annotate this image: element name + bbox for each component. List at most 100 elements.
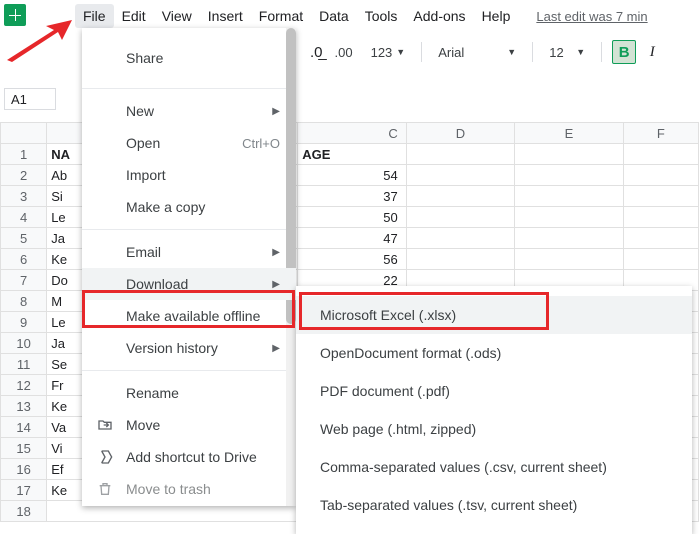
cell[interactable] [406, 228, 514, 249]
last-edit-link[interactable]: Last edit was 7 min [536, 9, 647, 24]
row-header[interactable]: 12 [1, 375, 47, 396]
decrease-decimal-icon[interactable]: .0̲ [310, 44, 323, 61]
cell[interactable] [406, 249, 514, 270]
cell[interactable] [623, 249, 698, 270]
download-pdf[interactable]: PDF document (.pdf) [296, 372, 692, 410]
submenu-arrow-icon: ▶ [272, 343, 280, 354]
number-format-button[interactable]: 123▼ [365, 42, 412, 63]
menu-tools[interactable]: Tools [357, 4, 406, 28]
cell[interactable] [623, 228, 698, 249]
italic-button[interactable]: I [642, 40, 662, 64]
menu-insert[interactable]: Insert [200, 4, 251, 28]
toolbar-divider [421, 42, 422, 62]
row-header[interactable]: 9 [1, 312, 47, 333]
row-header[interactable]: 6 [1, 249, 47, 270]
toolbar-divider [601, 42, 602, 62]
cell[interactable] [623, 144, 698, 165]
font-size-select[interactable]: 12▼ [543, 42, 591, 63]
menu-file[interactable]: File [75, 4, 114, 28]
menu-item-email[interactable]: Email▶ [82, 236, 296, 268]
row-header[interactable]: 5 [1, 228, 47, 249]
menubar: File Edit View Insert Format Data Tools … [75, 4, 648, 28]
row-header[interactable]: 4 [1, 207, 47, 228]
menu-item-rename[interactable]: Rename [82, 377, 296, 409]
row-header[interactable]: 14 [1, 417, 47, 438]
download-tsv[interactable]: Tab-separated values (.tsv, current shee… [296, 486, 692, 524]
menu-item-make-copy[interactable]: Make a copy [82, 191, 296, 223]
menu-item-move[interactable]: Move [82, 409, 296, 441]
row-header[interactable]: 11 [1, 354, 47, 375]
menu-separator [82, 88, 296, 89]
menu-item-version-history[interactable]: Version history▶ [82, 332, 296, 364]
menu-item-new[interactable]: New▶ [82, 95, 296, 127]
row-header[interactable]: 8 [1, 291, 47, 312]
row-header[interactable]: 16 [1, 459, 47, 480]
toolbar: .0̲ .00 123▼ Arial▼ 12▼ B I [310, 38, 662, 66]
column-header[interactable]: C [298, 123, 406, 144]
download-html[interactable]: Web page (.html, zipped) [296, 410, 692, 448]
cell[interactable]: 56 [298, 249, 406, 270]
trash-icon [96, 480, 114, 498]
cell[interactable] [406, 207, 514, 228]
toolbar-divider [532, 42, 533, 62]
row-header[interactable]: 17 [1, 480, 47, 501]
download-csv[interactable]: Comma-separated values (.csv, current sh… [296, 448, 692, 486]
submenu-arrow-icon: ▶ [272, 106, 280, 117]
menu-item-import[interactable]: Import [82, 159, 296, 191]
menu-item-trash[interactable]: Move to trash [82, 473, 296, 505]
cell[interactable]: AGE [298, 144, 406, 165]
increase-decimal-button[interactable]: .00 [329, 42, 359, 63]
file-menu-dropdown: Share New▶ OpenCtrl+O Import Make a copy… [82, 28, 296, 506]
cell[interactable] [623, 207, 698, 228]
menu-item-add-shortcut[interactable]: Add shortcut to Drive [82, 441, 296, 473]
cell[interactable] [406, 165, 514, 186]
submenu-arrow-icon: ▶ [272, 247, 280, 258]
row-header[interactable]: 13 [1, 396, 47, 417]
cell[interactable] [515, 207, 623, 228]
select-all-corner[interactable] [1, 123, 47, 144]
cell[interactable]: 50 [298, 207, 406, 228]
cell[interactable] [623, 186, 698, 207]
cell[interactable]: 54 [298, 165, 406, 186]
row-header[interactable]: 7 [1, 270, 47, 291]
cell[interactable] [515, 249, 623, 270]
row-header[interactable]: 15 [1, 438, 47, 459]
menu-item-offline[interactable]: Make available offline [82, 300, 296, 332]
tutorial-arrow-icon [2, 20, 72, 64]
cell[interactable] [515, 186, 623, 207]
cell[interactable] [406, 186, 514, 207]
cell[interactable]: 37 [298, 186, 406, 207]
download-submenu: Microsoft Excel (.xlsx) OpenDocument for… [296, 286, 692, 534]
menu-addons[interactable]: Add-ons [405, 4, 473, 28]
menu-separator [82, 370, 296, 371]
menu-item-open[interactable]: OpenCtrl+O [82, 127, 296, 159]
menu-data[interactable]: Data [311, 4, 357, 28]
menu-view[interactable]: View [154, 4, 200, 28]
cell[interactable] [515, 228, 623, 249]
drive-shortcut-icon [96, 448, 114, 466]
bold-button[interactable]: B [612, 40, 636, 64]
menu-item-download[interactable]: Download▶ [82, 268, 296, 300]
menu-separator [82, 229, 296, 230]
download-xlsx[interactable]: Microsoft Excel (.xlsx) [296, 296, 692, 334]
cell-reference-input[interactable]: A1 [4, 88, 56, 110]
font-select[interactable]: Arial▼ [432, 42, 522, 63]
cell[interactable]: 47 [298, 228, 406, 249]
column-header[interactable]: D [406, 123, 514, 144]
menu-edit[interactable]: Edit [114, 4, 154, 28]
menu-item-share[interactable]: Share [82, 34, 296, 82]
row-header[interactable]: 18 [1, 501, 47, 522]
cell[interactable] [515, 165, 623, 186]
row-header[interactable]: 2 [1, 165, 47, 186]
column-header[interactable]: E [515, 123, 623, 144]
cell[interactable] [623, 165, 698, 186]
menu-format[interactable]: Format [251, 4, 311, 28]
cell[interactable] [515, 144, 623, 165]
column-header[interactable]: F [623, 123, 698, 144]
row-header[interactable]: 1 [1, 144, 47, 165]
row-header[interactable]: 3 [1, 186, 47, 207]
cell[interactable] [406, 144, 514, 165]
download-ods[interactable]: OpenDocument format (.ods) [296, 334, 692, 372]
row-header[interactable]: 10 [1, 333, 47, 354]
menu-help[interactable]: Help [474, 4, 519, 28]
